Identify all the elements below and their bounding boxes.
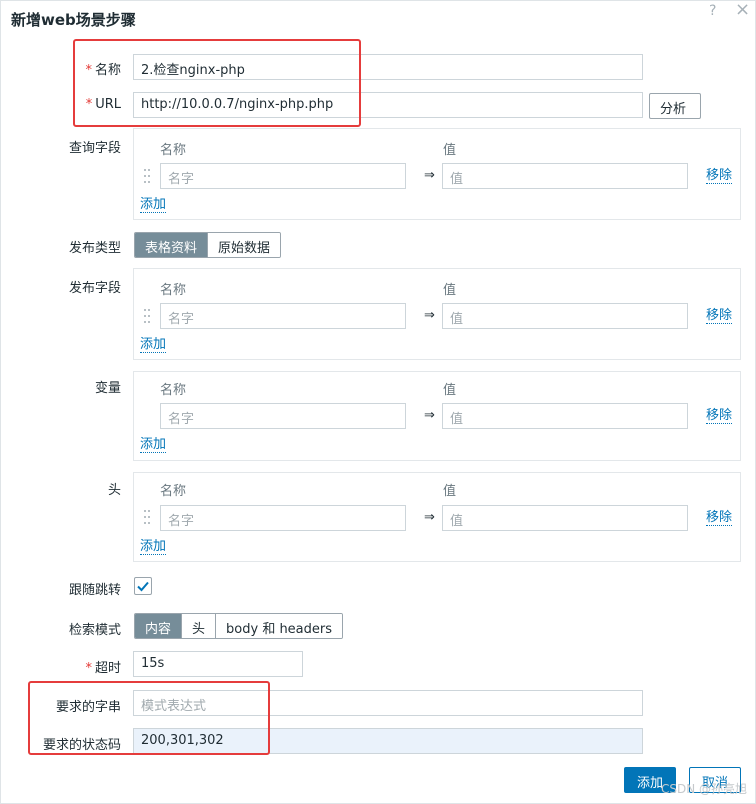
variables-table: 名称 值 名字 ⇒ 值 移除 添加 <box>133 371 741 461</box>
post-value-input[interactable]: 值 <box>442 303 688 329</box>
retrieve-mode-toggle: 内容 头 body 和 headers <box>134 613 344 639</box>
help-icon[interactable]: ? <box>709 3 716 19</box>
retrieve-mode-headers[interactable]: 头 <box>181 614 216 638</box>
add-link[interactable]: 添加 <box>140 338 167 353</box>
watermark: CSDN @孙亮旭 <box>660 782 747 796</box>
arrow-icon: ⇒ <box>424 168 435 183</box>
col-value-header: 值 <box>443 484 457 499</box>
col-value-header: 值 <box>443 383 457 398</box>
variables-label: 变量 <box>94 381 121 396</box>
follow-redirects-checkbox[interactable] <box>134 577 152 595</box>
retrieve-mode-body[interactable]: 内容 <box>135 614 182 638</box>
remove-link[interactable]: 移除 <box>706 409 733 424</box>
post-type-toggle: 表格资料 原始数据 <box>134 232 282 258</box>
parse-button[interactable]: 分析 <box>649 93 701 119</box>
dialog-title: 新增web场景步骤 <box>11 11 136 29</box>
post-fields-table: 名称 值 名字 ⇒ 值 移除 添加 <box>133 268 741 360</box>
drag-handle-icon[interactable] <box>144 167 152 189</box>
query-value-input[interactable]: 值 <box>442 163 688 189</box>
post-fields-label: 发布字段 <box>68 281 121 296</box>
drag-handle-icon[interactable] <box>144 508 152 530</box>
headers-table: 名称 值 名字 ⇒ 值 移除 添加 <box>133 472 741 562</box>
step-dialog: 新增web场景步骤 ? × * 名称 2.检查nginx-php * URL htt… <box>0 0 756 804</box>
remove-link[interactable]: 移除 <box>706 309 733 324</box>
query-table: 名称 值 名字 ⇒ 值 移除 添加 <box>133 128 741 220</box>
remove-link[interactable]: 移除 <box>706 169 733 184</box>
arrow-icon: ⇒ <box>424 510 435 525</box>
checkmark-icon <box>137 581 149 592</box>
drag-handle-icon[interactable] <box>144 307 152 329</box>
highlight-box-requirements <box>28 681 270 755</box>
col-value-header: 值 <box>443 283 457 298</box>
headers-label: 头 <box>107 483 121 498</box>
variable-value-input[interactable]: 值 <box>442 403 688 429</box>
query-name-input[interactable]: 名字 <box>160 163 406 189</box>
add-link[interactable]: 添加 <box>140 438 167 453</box>
close-icon[interactable]: × <box>735 0 750 20</box>
retrieve-mode-label: 检索模式 <box>68 623 121 638</box>
query-label: 查询字段 <box>68 141 121 156</box>
timeout-input[interactable]: 15s <box>133 651 303 677</box>
add-link[interactable]: 添加 <box>140 198 167 213</box>
post-type-raw[interactable]: 原始数据 <box>207 233 281 257</box>
post-type-label: 发布类型 <box>68 241 121 256</box>
arrow-icon: ⇒ <box>424 308 435 323</box>
header-value-input[interactable]: 值 <box>442 505 688 531</box>
add-link[interactable]: 添加 <box>140 540 167 555</box>
remove-link[interactable]: 移除 <box>706 511 733 526</box>
retrieve-mode-both[interactable]: body 和 headers <box>215 614 343 638</box>
post-name-input[interactable]: 名字 <box>160 303 406 329</box>
post-type-form[interactable]: 表格资料 <box>135 233 208 257</box>
highlight-box-name-url <box>73 39 361 127</box>
col-value-header: 值 <box>443 143 457 158</box>
col-name-header: 名称 <box>160 484 187 499</box>
col-name-header: 名称 <box>160 383 187 398</box>
variable-name-input[interactable]: 名字 <box>160 403 406 429</box>
col-name-header: 名称 <box>160 143 187 158</box>
timeout-label: * 超时 <box>85 661 121 676</box>
col-name-header: 名称 <box>160 283 187 298</box>
header-name-input[interactable]: 名字 <box>160 505 406 531</box>
follow-redirects-label: 跟随跳转 <box>68 583 121 598</box>
arrow-icon: ⇒ <box>424 408 435 423</box>
